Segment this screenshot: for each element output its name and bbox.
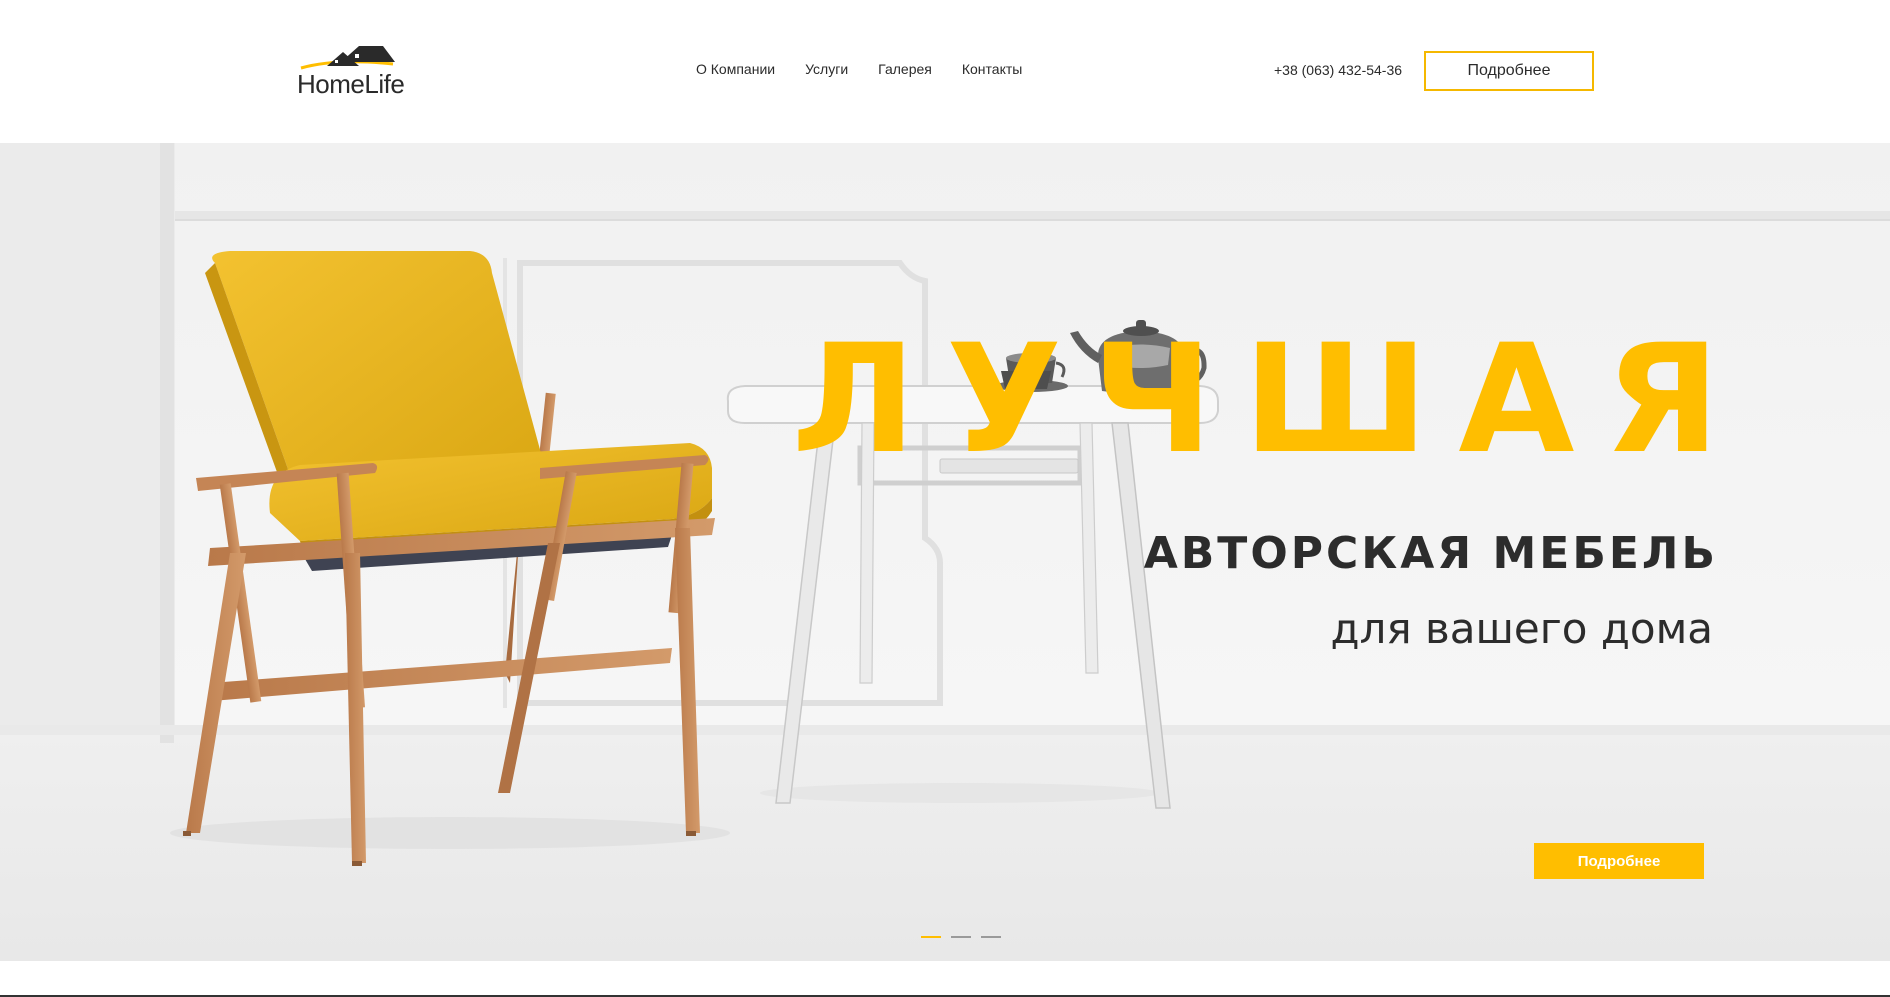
site-header: HomeLife О Компании Услуги Галерея Конта… bbox=[0, 0, 1890, 143]
header-details-button[interactable]: Подробнее bbox=[1424, 51, 1594, 91]
hero-subtitle: АВТОРСКАЯ МЕБЕЛЬ bbox=[1143, 528, 1718, 579]
slider-dot-3[interactable] bbox=[981, 936, 1001, 938]
nav-item-services[interactable]: Услуги bbox=[805, 61, 848, 77]
hero-tagline: для вашего дома bbox=[1330, 604, 1713, 653]
slider-pagination bbox=[921, 936, 1001, 938]
slider-dot-2[interactable] bbox=[951, 936, 971, 938]
phone-number[interactable]: +38 (063) 432-54-36 bbox=[1274, 62, 1402, 78]
slider-dot-1[interactable] bbox=[921, 936, 941, 938]
nav-item-gallery[interactable]: Галерея bbox=[878, 61, 932, 77]
nav-item-contacts[interactable]: Контакты bbox=[962, 61, 1022, 77]
hero-title: ЛУЧШАЯ bbox=[791, 313, 1750, 487]
nav-item-about[interactable]: О Компании bbox=[696, 61, 775, 77]
logo-text: HomeLife bbox=[297, 69, 405, 99]
hero-slider: ЛУЧШАЯ АВТОРСКАЯ МЕБЕЛЬ для вашего дома … bbox=[0, 143, 1890, 961]
main-nav: О Компании Услуги Галерея Контакты bbox=[696, 61, 1052, 77]
logo[interactable]: HomeLife bbox=[297, 44, 417, 99]
hero-details-button[interactable]: Подробнее bbox=[1534, 843, 1704, 879]
